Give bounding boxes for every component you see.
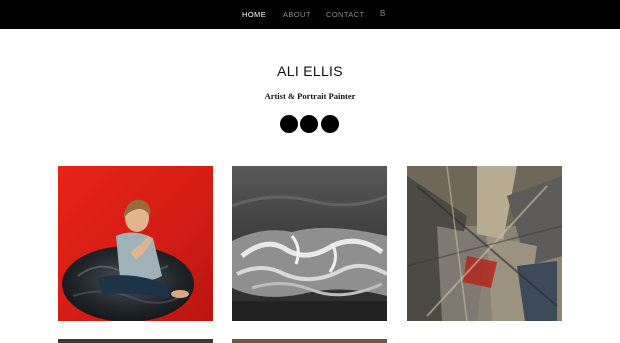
nav-about-link[interactable]: ABOUT <box>283 10 311 19</box>
nav-home-link[interactable]: HOME <box>242 10 266 19</box>
site-subtitle: Artist & Portrait Painter <box>264 91 356 101</box>
social-icon-3[interactable] <box>321 115 339 133</box>
top-navigation-bar: HOME ABOUT CONTACT B <box>0 0 620 29</box>
gallery-image-row2-2[interactable] <box>232 339 387 343</box>
nav-blog-link[interactable]: B <box>380 9 386 18</box>
social-icon-1[interactable] <box>280 115 298 133</box>
site-title: ALI ELLIS <box>277 63 343 79</box>
gallery-image-abstract-painting[interactable] <box>407 166 562 321</box>
nav-contact-link[interactable]: CONTACT <box>326 10 365 19</box>
gallery-image-row2-1[interactable] <box>58 339 213 343</box>
gallery-image-portrait-boy[interactable] <box>58 166 213 321</box>
social-icon-2[interactable] <box>300 115 318 133</box>
gallery-image-charcoal-drapery[interactable] <box>232 166 387 321</box>
